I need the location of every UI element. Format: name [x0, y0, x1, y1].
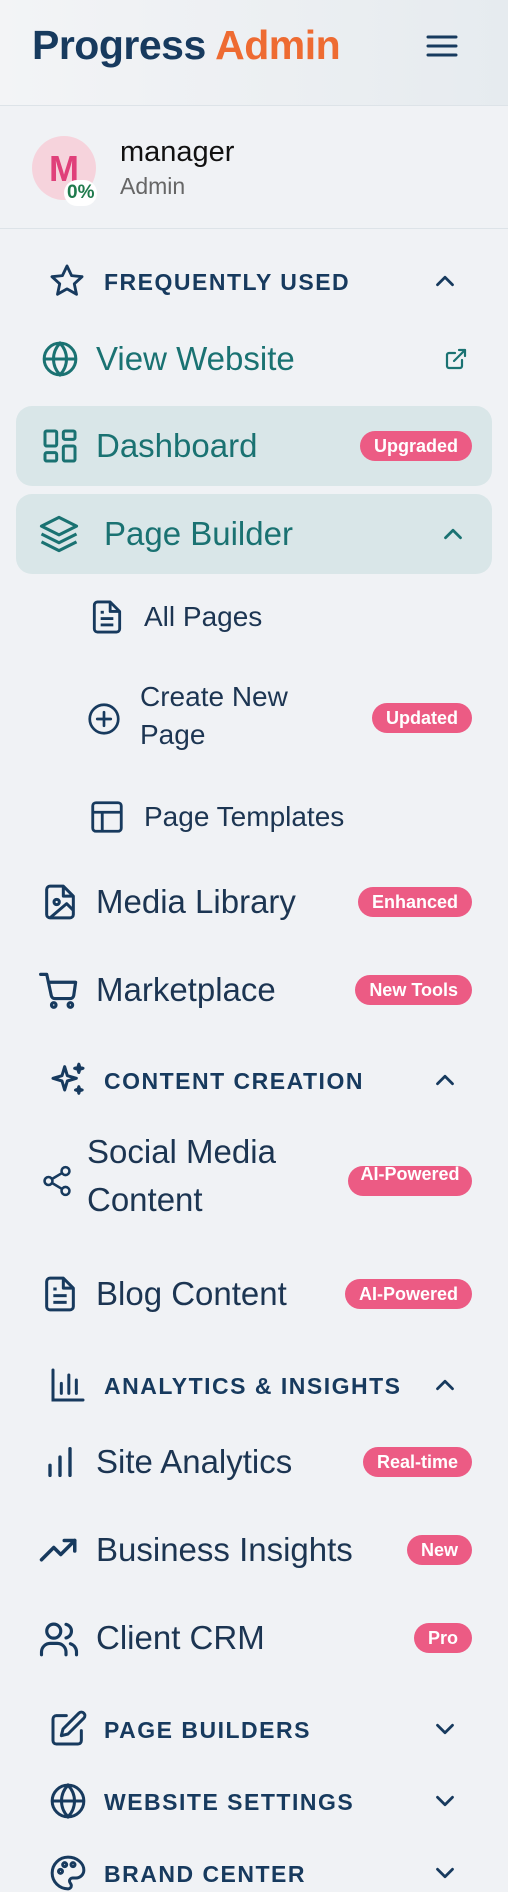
status-badge: Enhanced [357, 887, 472, 917]
nav-label-line2: Page [140, 719, 206, 750]
star-icon [50, 264, 84, 296]
status-badge: Updated [372, 703, 472, 733]
section-frequently-used[interactable]: FREQUENTLY USED [16, 258, 492, 304]
section-title: FREQUENTLY USED [104, 269, 351, 295]
section-title: ANALYTICS & INSIGHTS [104, 1373, 402, 1399]
nav-social-media-content[interactable]: Social Media Content AI-Powered [16, 1133, 492, 1229]
subnav-create-new-page[interactable]: Create New Page Updated [16, 676, 492, 760]
user-role: Admin [120, 173, 186, 199]
globe-icon [50, 1783, 86, 1819]
section-website-settings[interactable]: WEBSITE SETTINGS [16, 1778, 492, 1824]
status-badge: AI-Powered [344, 1279, 472, 1309]
nav-label-line2: Content [87, 1181, 203, 1218]
plus-circle-icon [88, 703, 120, 735]
nav-label: Marketplace [96, 971, 276, 1008]
brand-accent: Admin [215, 22, 341, 68]
chevron-down-icon[interactable] [430, 1786, 460, 1816]
nav-page-builder[interactable]: Page Builder [16, 494, 492, 574]
nav-marketplace[interactable]: Marketplace New Tools [16, 965, 492, 1015]
status-badge: Real-time [362, 1447, 472, 1477]
nav-label: View Website [96, 340, 295, 377]
status-badge: New [406, 1535, 472, 1565]
nav-business-insights[interactable]: Business Insights New [16, 1525, 492, 1575]
nav-blog-content[interactable]: Blog Content AI-Powered [16, 1269, 492, 1319]
nav-label-line1: Social Media [87, 1133, 276, 1170]
nav-label: Blog Content [96, 1275, 287, 1312]
section-page-builders[interactable]: PAGE BUILDERS [16, 1706, 492, 1752]
users-icon [39, 1622, 79, 1657]
status-badge: Upgraded [359, 431, 472, 461]
file-text-icon [92, 600, 122, 634]
chevron-up-icon[interactable] [438, 519, 468, 549]
nav-label: Business Insights [96, 1531, 353, 1568]
nav-media-library[interactable]: Media Library Enhanced [16, 877, 492, 927]
nav-label: Page Builder [104, 515, 293, 552]
external-link-icon[interactable] [444, 347, 468, 371]
section-content-creation[interactable]: CONTENT CREATION [16, 1057, 492, 1103]
top-bar: Progress Admin [0, 0, 508, 106]
nav-label: All Pages [144, 601, 263, 632]
section-analytics-insights[interactable]: ANALYTICS & INSIGHTS [16, 1362, 492, 1408]
status-badge: AI-Powered [348, 1166, 472, 1196]
brand-logo[interactable]: Progress Admin [32, 22, 341, 69]
chevron-up-icon[interactable] [430, 1370, 460, 1400]
nav-label: Client CRM [96, 1619, 265, 1656]
section-title: BRAND CENTER [104, 1861, 306, 1887]
status-badge: New Tools [355, 975, 472, 1005]
user-profile[interactable]: M 0% manager Admin [0, 106, 508, 229]
globe-icon [42, 341, 78, 377]
nav-label: Page Templates [144, 801, 345, 832]
trending-up-icon [39, 1538, 77, 1562]
layout-icon [91, 801, 123, 833]
nav-dashboard[interactable]: Dashboard Upgraded [16, 406, 492, 486]
dashboard-icon [43, 429, 77, 463]
nav-view-website[interactable]: View Website [16, 334, 492, 384]
bar-chart-icon [51, 1368, 85, 1402]
chevron-up-icon[interactable] [430, 266, 460, 296]
subnav-page-templates[interactable]: Page Templates [16, 792, 492, 842]
file-text-icon [45, 1276, 75, 1312]
subnav-all-pages[interactable]: All Pages [16, 592, 492, 642]
chevron-up-icon[interactable] [430, 1065, 460, 1095]
chevron-down-icon[interactable] [430, 1714, 460, 1744]
bar-chart-icon [48, 1447, 72, 1477]
section-title: PAGE BUILDERS [104, 1717, 311, 1743]
nav-label-line1: Create New [140, 681, 288, 712]
edit-icon [51, 1710, 87, 1746]
chevron-down-icon[interactable] [430, 1858, 460, 1888]
avatar: M 0% [32, 136, 98, 206]
nav-label: Site Analytics [96, 1443, 293, 1480]
user-name: manager [120, 136, 235, 168]
nav-label: Dashboard [96, 427, 258, 464]
section-title: WEBSITE SETTINGS [104, 1789, 355, 1815]
profile-progress: 0% [64, 180, 98, 206]
cart-icon [39, 972, 78, 1009]
layers-icon [39, 515, 79, 553]
share-icon [43, 1165, 71, 1197]
image-file-icon [45, 884, 75, 920]
status-badge: Pro [413, 1623, 472, 1653]
section-title: CONTENT CREATION [104, 1068, 364, 1094]
sparkles-icon [51, 1062, 85, 1095]
menu-icon[interactable] [424, 28, 460, 64]
palette-icon [50, 1855, 86, 1891]
section-brand-center[interactable]: BRAND CENTER [16, 1850, 492, 1892]
nav-label: Media Library [96, 883, 296, 920]
nav-site-analytics[interactable]: Site Analytics Real-time [16, 1437, 492, 1487]
nav-client-crm[interactable]: Client CRM Pro [16, 1613, 492, 1663]
brand-primary: Progress [32, 22, 206, 68]
